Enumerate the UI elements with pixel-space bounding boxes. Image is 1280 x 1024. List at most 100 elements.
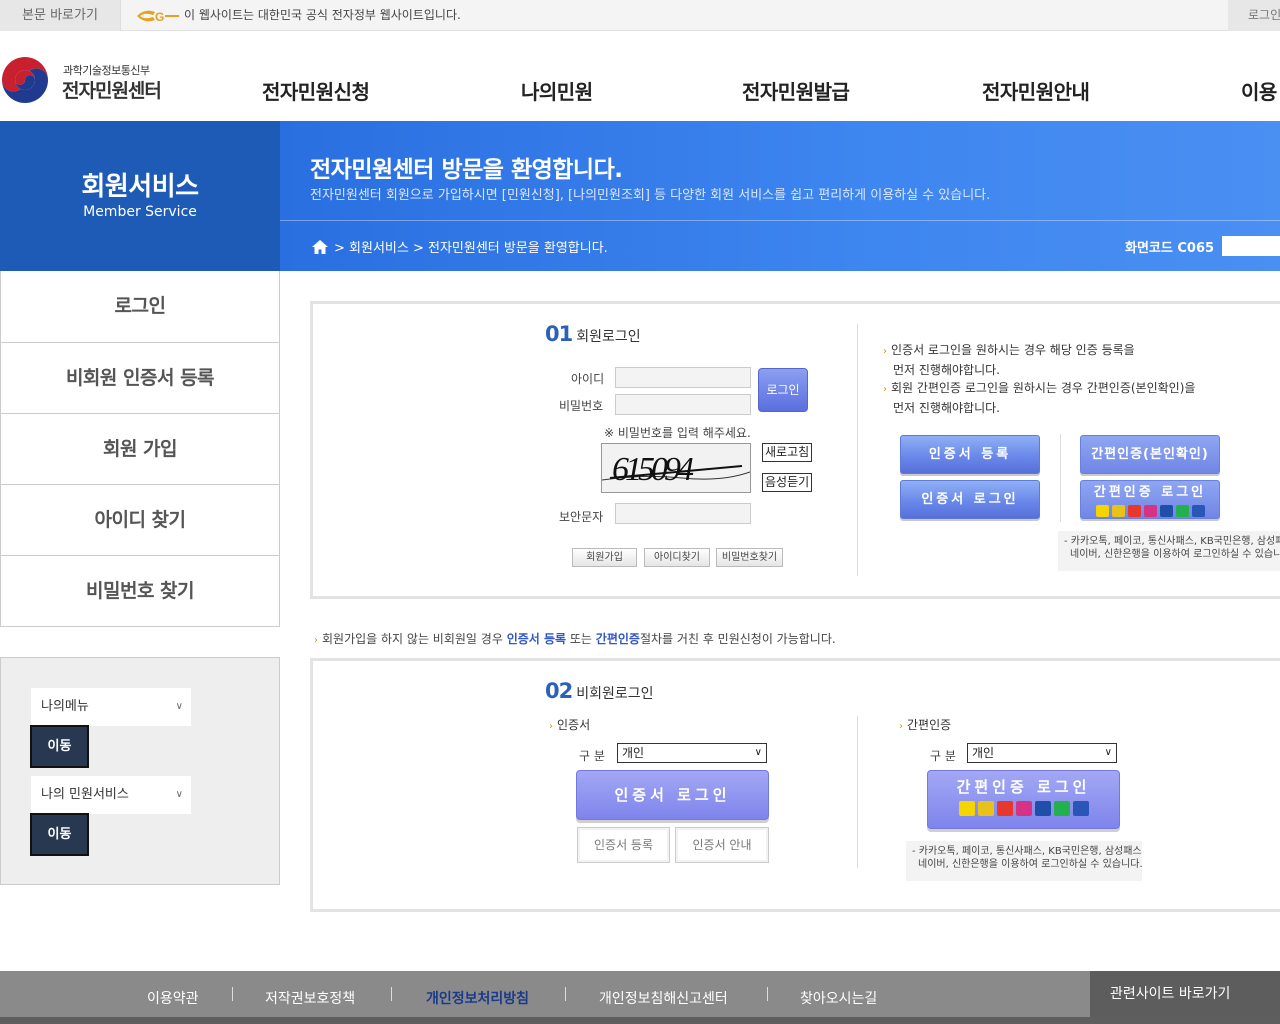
quick-menu-box: 나의메뉴 ∨ 이동 나의 민원서비스 ∨ 이동 (0, 657, 280, 885)
notice-highlight-cert: 인증서 등록 (506, 632, 567, 646)
nonmember-notice: › 회원가입을 하지 않는 비회원일 경우 인증서 등록 또는 간편인증절차를 거… (314, 630, 836, 647)
notice-text: 또는 (566, 632, 596, 646)
footer-privacy-link[interactable]: 개인정보처리방침 (426, 988, 529, 1008)
nav-civil-issuance[interactable]: 전자민원발급 (742, 76, 850, 105)
section-number: 01 (545, 322, 573, 346)
easy-login-guide: › 회원 간편인증 로그인을 원하시는 경우 간편인증(본인확인)을 먼저 진행해… (883, 379, 1195, 418)
section-title: 비회원로그인 (576, 686, 654, 702)
nav-my-civil[interactable]: 나의민원 (521, 76, 593, 105)
my-service-select-value: 나의 민원서비스 (41, 787, 129, 802)
shinhan-icon (1072, 801, 1089, 816)
id-label: 아이디 (571, 372, 605, 386)
footer-divider (767, 987, 768, 1001)
home-icon[interactable] (312, 239, 328, 254)
provider-icons (1081, 505, 1219, 517)
easy-login-label: 간편인증 로그인 (956, 778, 1091, 796)
find-id-button[interactable]: 아이디찾기 (644, 548, 710, 567)
nonmember-cert-login-button[interactable]: 인증서 로그인 (576, 770, 769, 820)
password-label: 비밀번호 (559, 399, 604, 413)
section-label-text: 간편인증 (907, 718, 952, 732)
shinhan-icon (1191, 505, 1205, 517)
footer-divider (391, 987, 392, 1001)
footer-bottom-strip (0, 1017, 1280, 1024)
join-button[interactable]: 회원가입 (572, 548, 637, 567)
info-line: - 카카오톡, 페이코, 통신사패스, KB국민은행, 삼성패스, (912, 846, 1142, 857)
my-service-select[interactable]: 나의 민원서비스 ∨ (31, 776, 191, 814)
find-password-button[interactable]: 비밀번호찾기 (716, 548, 783, 567)
side-menu: 로그인 비회원 인증서 등록 회원 가입 아이디 찾기 비밀번호 찾기 (0, 271, 280, 627)
arrow-icon: › (883, 384, 887, 395)
nonmember-cert-register-button[interactable]: 인증서 등록 (577, 827, 670, 863)
side-item-find-id[interactable]: 아이디 찾기 (1, 484, 279, 555)
easy-verify-button[interactable]: 간편인증(본인확인) (1080, 435, 1220, 474)
captcha-refresh-button[interactable]: 새로고침 (762, 443, 813, 462)
panel-divider (857, 324, 858, 576)
footer-directions-link[interactable]: 찾아오시는길 (800, 988, 877, 1008)
svg-text:G: G (155, 10, 164, 24)
footer-divider (565, 987, 566, 1001)
samsung-pass-icon (1034, 801, 1051, 816)
nav-civil-guide[interactable]: 전자민원안내 (982, 76, 1090, 105)
chevron-down-icon: ∨ (175, 701, 183, 712)
chevron-down-icon: ∨ (1104, 747, 1112, 758)
side-item-nonmember-cert[interactable]: 비회원 인증서 등록 (1, 342, 279, 413)
captcha-audio-button[interactable]: 음성듣기 (762, 473, 813, 492)
footer-terms-link[interactable]: 이용약관 (147, 988, 199, 1008)
easy-login-button[interactable]: 간편인증 로그인 (1080, 480, 1220, 519)
section-title: 회원로그인 (576, 329, 641, 345)
nonmember-login-heading: 02 비회원로그인 (545, 679, 654, 703)
arrow-icon: › (314, 635, 318, 646)
easy-section-label: › 간편인증 (899, 716, 951, 736)
toss-icon (1143, 505, 1157, 517)
captcha-input[interactable] (615, 503, 751, 524)
naver-icon (1053, 801, 1070, 816)
password-input[interactable] (615, 394, 751, 415)
cert-guide-button[interactable]: 인증서 안내 (675, 827, 769, 863)
side-item-login[interactable]: 로그인 (1, 271, 279, 342)
footer-copyright-link[interactable]: 저작권보호정책 (265, 988, 355, 1008)
guide-line: 먼저 진행해야합니다. (893, 363, 1000, 377)
member-login-panel: 01 회원로그인 아이디 비밀번호 로그인 ※ 비밀번호를 입력 해주세요. 61… (310, 301, 1280, 599)
login-button[interactable]: 로그인 (758, 368, 808, 412)
easy-login-info: - 카카오톡, 페이코, 통신사패스, KB국민은행, 삼성패스, 네이버, 신… (1058, 531, 1280, 571)
cert-register-button[interactable]: 인증서 등록 (900, 435, 1040, 474)
my-menu-go-button[interactable]: 이동 (30, 725, 89, 768)
side-item-find-password[interactable]: 비밀번호 찾기 (1, 555, 279, 626)
footer-privacy-report-link[interactable]: 개인정보침해신고센터 (599, 988, 728, 1008)
cert-login-guide: › 인증서 로그인을 원하시는 경우 해당 인증 등록을 먼저 진행해야합니다. (883, 341, 1135, 380)
top-login-link[interactable]: 로그인 (1228, 0, 1280, 31)
member-service-banner: 회원서비스 Member Service (0, 121, 280, 271)
samsung-pass-icon (1159, 505, 1173, 517)
info-line: 네이버, 신한은행을 이용하여 로그인하실 수 있습니다. (1070, 549, 1280, 560)
naver-icon (1175, 505, 1189, 517)
my-menu-select[interactable]: 나의메뉴 ∨ (31, 688, 191, 726)
welcome-banner: 전자민원센터 방문을 환영합니다. 전자민원센터 회원으로 가입하시면 [민원신… (280, 121, 1280, 271)
footer-divider (232, 987, 233, 1001)
main-navigation: 전자민원신청 나의민원 전자민원발급 전자민원안내 이용 (0, 76, 1280, 108)
payco-icon (977, 801, 994, 816)
id-input[interactable] (615, 367, 751, 388)
easy-type-value: 개인 (972, 746, 995, 760)
notice-highlight-easy: 간편인증 (595, 632, 640, 646)
skip-to-content-link[interactable]: 본문 바로가기 (0, 0, 121, 31)
related-sites-button[interactable]: 관련사이트 바로가기 (1090, 971, 1280, 1017)
top-utility-bar: 본문 바로가기 G 이 웹사이트는 대한민국 공식 전자정부 웹사이트입니다. … (0, 0, 1280, 31)
kakao-icon (1095, 505, 1109, 517)
type-label: 구 분 (930, 749, 956, 763)
my-service-go-button[interactable]: 이동 (30, 813, 89, 856)
side-item-join[interactable]: 회원 가입 (1, 413, 279, 484)
member-login-heading: 01 회원로그인 (545, 322, 641, 346)
captcha-graphic: 615094 (601, 444, 751, 492)
cert-login-button[interactable]: 인증서 로그인 (900, 480, 1040, 519)
nonmember-easy-login-button[interactable]: 간편인증 로그인 (927, 770, 1120, 829)
cert-type-select[interactable]: 개인 ∨ (617, 743, 767, 763)
nav-usage[interactable]: 이용 (1241, 76, 1277, 105)
egov-logo-icon: G (137, 10, 179, 24)
captcha-image: 615094 (601, 443, 751, 493)
nav-civil-application[interactable]: 전자민원신청 (262, 76, 370, 105)
easy-type-select[interactable]: 개인 ∨ (967, 743, 1117, 763)
my-menu-select-value: 나의메뉴 (41, 699, 89, 714)
easy-login-label: 간편인증 로그인 (1093, 485, 1207, 500)
chevron-down-icon: ∨ (754, 747, 762, 758)
member-service-title: 회원서비스 (81, 172, 199, 202)
